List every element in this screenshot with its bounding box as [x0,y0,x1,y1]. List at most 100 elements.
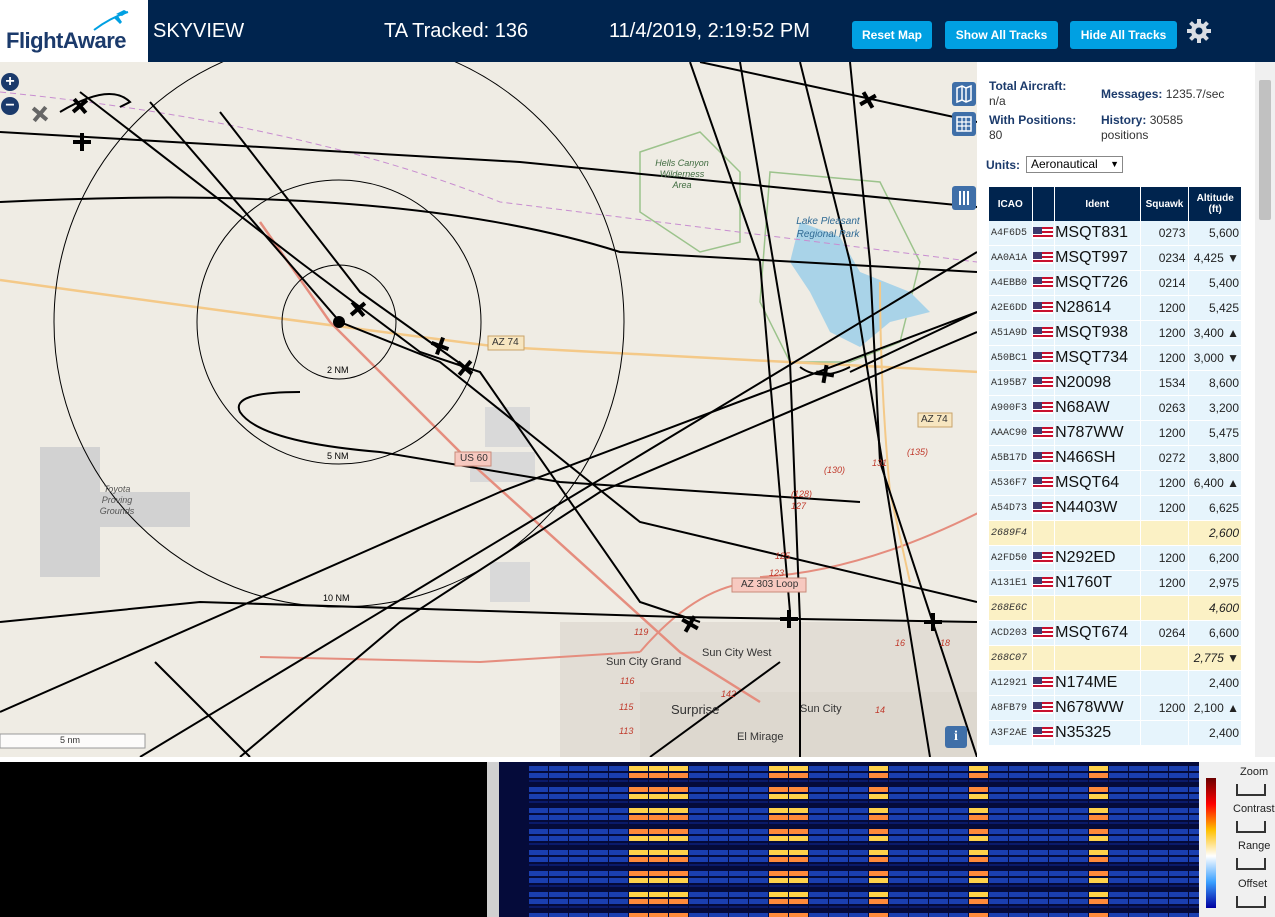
table-row[interactable]: A51A9D MSQT938 1200 3,400 ▲ [989,321,1241,346]
map-layers-button[interactable] [952,82,976,106]
offset-slider[interactable] [1236,896,1266,908]
table-row[interactable]: A8FB79 N678WW 1200 2,100 ▲ [989,696,1241,721]
waterfall-cell [569,815,588,820]
waterfall-cell [989,836,1008,841]
waterfall-cell [909,843,928,845]
units-select[interactable]: Aeronautical ▼ [1026,156,1123,173]
column-toggle-button[interactable] [952,186,976,210]
waterfall-cell [1069,885,1088,887]
zoom-slider[interactable] [1236,784,1266,796]
table-row[interactable]: 268C07 2,775 ▼ [989,646,1241,671]
waterfall-cell [1129,801,1148,803]
waterfall-cell [789,766,808,771]
map-view[interactable]: 2 NM 5 NM 10 NM Hells Canyon Wilderness … [0,62,977,757]
hide-all-tracks-button[interactable]: Hide All Tracks [1070,21,1177,49]
table-row[interactable]: 268E6C 4,600 [989,596,1241,621]
scrollbar-thumb[interactable] [1259,80,1271,220]
ident-cell: MSQT938 [1055,321,1140,346]
waterfall-cell [749,836,768,841]
waterfall-cell [969,913,988,917]
col-icao[interactable]: ICAO [989,187,1032,221]
table-row[interactable]: A536F7 MSQT64 1200 6,400 ▲ [989,471,1241,496]
table-row[interactable]: A54D73 N4403W 1200 6,625 [989,496,1241,521]
waterfall-cell [1109,836,1128,841]
waterfall-cell [689,871,708,876]
table-row[interactable]: A4F6D5 MSQT831 0273 5,600 [989,221,1241,246]
reset-map-button[interactable]: Reset Map [852,21,932,49]
table-row[interactable]: A50BC1 MSQT734 1200 3,000 ▼ [989,346,1241,371]
table-row[interactable]: AAAC90 N787WW 1200 5,475 [989,421,1241,446]
us-flag-icon [1032,576,1053,589]
waterfall-cell [1029,892,1048,897]
waterfall-cell [869,801,888,803]
waterfall-cell [1009,829,1028,834]
waterfall-cell [709,906,728,908]
waterfall-cell [689,878,708,883]
waterfall-cell [609,822,628,824]
table-row[interactable]: 2689F4 2,600 [989,521,1241,546]
table-row[interactable]: A2FD50 N292ED 1200 6,200 [989,546,1241,571]
table-row[interactable]: A195B7 N20098 1534 8,600 [989,371,1241,396]
col-ident[interactable]: Ident [1055,187,1140,221]
sidebar-scrollbar[interactable] [1255,62,1275,757]
waterfall-cell [1169,815,1188,820]
waterfall-cell [809,843,828,845]
waterfall-cell [1009,857,1028,862]
waterfall-cell [629,780,648,782]
waterfall-cell [729,906,748,908]
table-row[interactable]: A3F2AE N35325 2,400 [989,721,1241,746]
waterfall-cell [989,864,1008,866]
waterfall-cell [929,906,948,908]
table-row[interactable]: A12921 N174ME 2,400 [989,671,1241,696]
top-header: FlightAware SKYVIEW TA Tracked: 136 11/4… [0,0,1275,62]
exit-number: (128) [791,489,813,499]
waterfall-cell [909,906,928,908]
flag-cell [1032,396,1055,421]
waterfall-cell [789,850,808,855]
info-button[interactable]: i [945,726,967,748]
waterfall-cell [1109,829,1128,834]
zoom-out-button[interactable]: − [1,97,19,115]
table-row[interactable]: AA0A1A MSQT997 0234 4,425 ▼ [989,246,1241,271]
flightaware-logo[interactable]: FlightAware [0,0,148,62]
table-row[interactable]: ACD203 MSQT674 0264 6,600 [989,621,1241,646]
waterfall-cell [869,794,888,799]
waterfall-cell [1189,822,1199,824]
waterfall-cell [969,801,988,803]
waterfall-cell [1189,899,1199,904]
gear-icon[interactable] [1186,18,1212,44]
col-altitude[interactable]: Altitude (ft) [1189,187,1241,221]
waterfall-cell [969,878,988,883]
table-row[interactable]: A900F3 N68AW 0263 3,200 [989,396,1241,421]
us-flag-icon [1032,326,1053,339]
icao-cell: A195B7 [989,371,1032,396]
table-row[interactable]: A5B17D N466SH 0272 3,800 [989,446,1241,471]
waterfall-cell [1029,899,1048,904]
table-row[interactable]: A2E6DD N28614 1200 5,425 [989,296,1241,321]
waterfall-cell [1029,878,1048,883]
show-all-tracks-button[interactable]: Show All Tracks [945,21,1058,49]
exit-number: (130) [824,465,846,475]
exit-number: 127 [791,501,807,511]
waterfall-cell [1129,857,1148,862]
waterfall-cell [549,829,568,834]
waterfall-cell [1169,766,1188,771]
waterfall-cell [569,766,588,771]
zoom-in-button[interactable]: + [1,73,19,91]
waterfall-cell [909,787,928,792]
us-flag-icon [1032,376,1053,389]
table-row[interactable]: A131E1 N1760T 1200 2,975 [989,571,1241,596]
table-row[interactable]: A4EBB0 MSQT726 0214 5,400 [989,271,1241,296]
waterfall-cell [849,787,868,792]
col-squawk[interactable]: Squawk [1140,187,1189,221]
grid-button[interactable] [952,112,976,136]
contrast-slider[interactable] [1236,821,1266,833]
waterfall-cell [869,843,888,845]
waterfall-cell [1149,815,1168,820]
range-slider[interactable] [1236,858,1266,870]
waterfall-cell [769,899,788,904]
panel-divider[interactable] [487,762,499,917]
waterfall-cell [729,864,748,866]
waterfall-cell [669,801,688,803]
waterfall-cell [1009,871,1028,876]
